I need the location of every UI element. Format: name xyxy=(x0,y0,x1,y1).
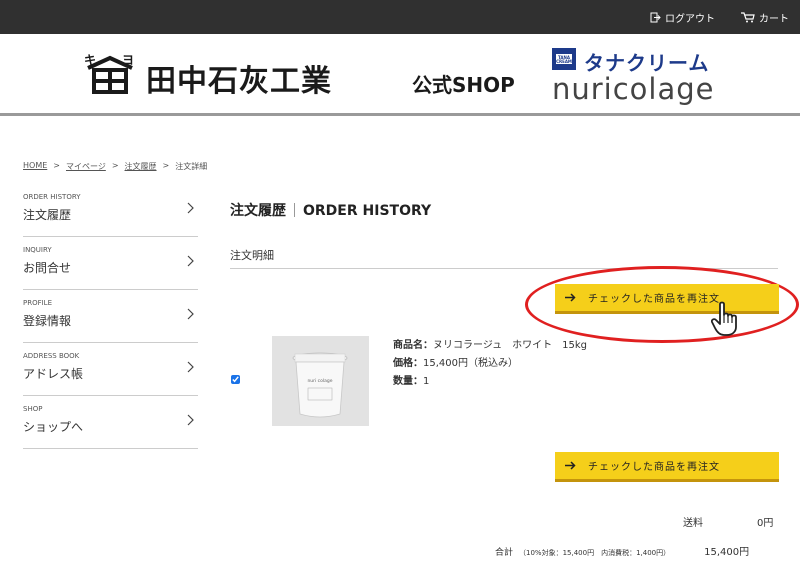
sidebar-item-inquiry[interactable]: INQUIRY お問合せ xyxy=(23,237,198,290)
product-price-row: 価格：15,400円（税込み） xyxy=(393,355,587,373)
reorder-button-label: チェックした商品を再注文 xyxy=(588,294,720,305)
sidebar-item-profile[interactable]: PROFILE 登録情報 xyxy=(23,290,198,343)
sidebar-item-en: SHOP xyxy=(23,405,43,413)
title-divider xyxy=(294,203,295,217)
product-image: nuri colage xyxy=(272,336,369,426)
sidebar-item-en: ADDRESS BOOK xyxy=(23,352,80,360)
sidebar-item-label: 注文履歴 xyxy=(23,208,72,222)
tana-cream-logo: TANA CREAM xyxy=(552,48,576,70)
sidebar-item-label: アドレス帳 xyxy=(23,367,84,381)
product-image-label: nuri colage xyxy=(307,378,332,384)
sidebar-item-en: PROFILE xyxy=(23,299,53,307)
brand-logo-mark[interactable]: キ ヨ xyxy=(82,50,138,96)
product-info: 商品名：ヌリコラージュ ホワイト 15kg 価格：15,400円（税込み） 数量… xyxy=(393,337,587,391)
breadcrumb-separator: > xyxy=(53,161,60,170)
sidebar-item-en: ORDER HISTORY xyxy=(23,193,81,201)
sidebar-item-label: ショップへ xyxy=(23,420,84,434)
breadcrumb-separator: > xyxy=(162,161,170,170)
item-select-checkbox[interactable] xyxy=(231,375,240,384)
sidebar-item-label: 登録情報 xyxy=(23,314,72,328)
page-title-jp: 注文履歴 xyxy=(230,203,286,219)
shipping-value: 0円 xyxy=(757,518,774,529)
breadcrumb-current: 注文詳細 xyxy=(175,162,208,171)
svg-text:CREAM: CREAM xyxy=(556,59,572,64)
reorder-button-bottom[interactable]: チェックした商品を再注文 xyxy=(555,452,779,482)
total-row: 合計 （10%対象：15,400円 内消費税：1,400円） 15,400円 xyxy=(495,543,749,558)
page-title: 注文履歴 ORDER HISTORY xyxy=(230,200,431,220)
sidebar-item-order-history[interactable]: ORDER HISTORY 注文履歴 xyxy=(23,184,198,237)
cart-label: カート xyxy=(759,14,789,25)
total-detail: （10%対象：15,400円 内消費税：1,400円） xyxy=(519,549,671,557)
cart-icon xyxy=(741,12,755,23)
reorder-button-label: チェックした商品を再注文 xyxy=(588,462,720,473)
breadcrumb: HOME > マイページ > 注文履歴 > 注文詳細 xyxy=(23,161,207,172)
product-name-label: 商品名： xyxy=(393,340,433,351)
arrow-right-icon xyxy=(565,461,576,470)
brand-shop-label: 公式SHOP xyxy=(412,73,515,97)
chevron-right-icon xyxy=(187,414,194,426)
breadcrumb-mypage[interactable]: マイページ xyxy=(66,161,106,172)
logout-label: ログアウト xyxy=(665,14,715,25)
cart-link[interactable]: カート xyxy=(741,10,789,25)
top-bar: ログアウト カート xyxy=(0,0,800,34)
logout-icon xyxy=(650,12,661,23)
product-qty: 1 xyxy=(423,376,430,387)
logout-link[interactable]: ログアウト xyxy=(650,10,715,25)
total-value: 15,400円 xyxy=(704,547,750,558)
sidebar-item-address-book[interactable]: ADDRESS BOOK アドレス帳 xyxy=(23,343,198,396)
breadcrumb-home[interactable]: HOME xyxy=(23,161,47,172)
brand-name: 田中石灰工業 xyxy=(146,64,332,99)
pointer-hand-icon xyxy=(711,301,737,336)
arrow-right-icon xyxy=(565,293,576,302)
breadcrumb-order-history[interactable]: 注文履歴 xyxy=(125,161,157,172)
product-price-label: 価格： xyxy=(393,358,423,369)
product-name-row: 商品名：ヌリコラージュ ホワイト 15kg xyxy=(393,337,587,355)
sidebar-item-label: お問合せ xyxy=(23,261,72,275)
chevron-right-icon xyxy=(187,202,194,214)
product-qty-label: 数量： xyxy=(393,376,423,387)
total-label: 合計 xyxy=(495,548,514,558)
product-qty-row: 数量：1 xyxy=(393,373,587,391)
product-price: 15,400円（税込み） xyxy=(423,358,518,369)
sidebar-item-shop[interactable]: SHOP ショップへ xyxy=(23,396,198,449)
chevron-right-icon xyxy=(187,255,194,267)
sidebar-item-en: INQUIRY xyxy=(23,246,52,254)
chevron-right-icon xyxy=(187,308,194,320)
chevron-right-icon xyxy=(187,361,194,373)
reorder-button-top[interactable]: チェックした商品を再注文 xyxy=(555,284,779,314)
breadcrumb-separator: > xyxy=(111,161,119,170)
page-title-en: ORDER HISTORY xyxy=(303,203,432,219)
product-name: ヌリコラージュ ホワイト 15kg xyxy=(433,340,587,351)
order-detail-heading: 注文明細 xyxy=(230,249,274,262)
shipping-label: 送料 xyxy=(683,518,703,529)
site-header: キ ヨ 田中石灰工業 公式SHOP TANA CREAM タナクリーム nuri… xyxy=(0,34,800,116)
sidebar: ORDER HISTORY 注文履歴 INQUIRY お問合せ PROFILE … xyxy=(23,184,198,449)
nuricolage-logo: nuricolage xyxy=(552,72,715,106)
